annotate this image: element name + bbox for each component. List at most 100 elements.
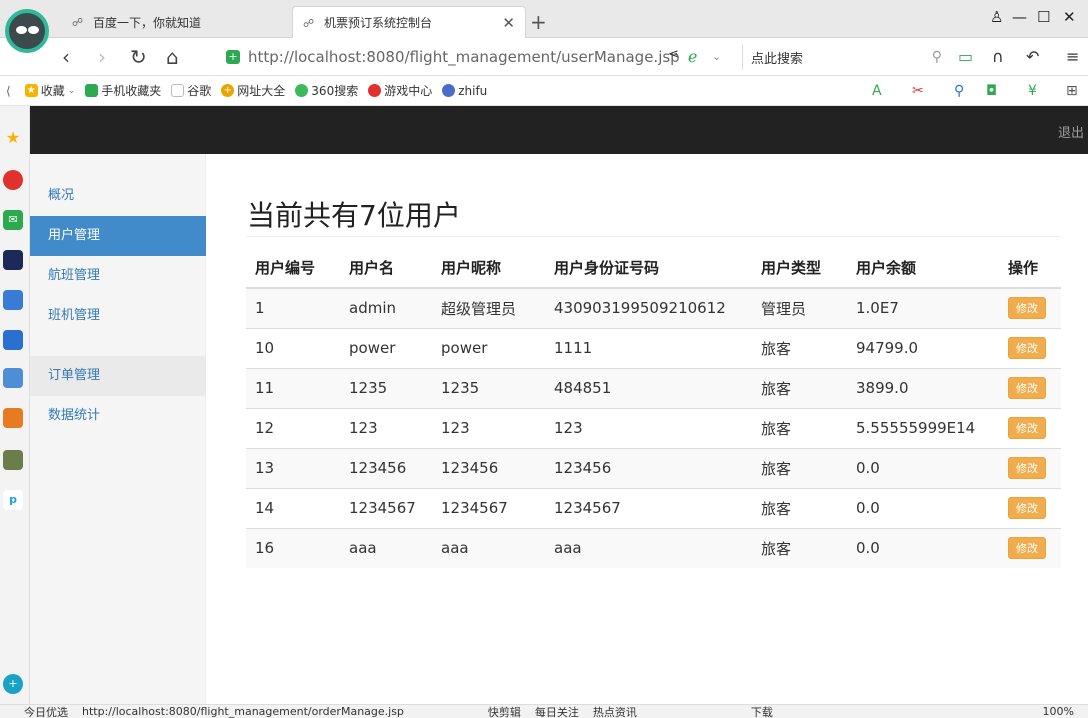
bookmark-game-center[interactable]: 游戏中心 bbox=[368, 82, 432, 99]
status-hover-url: http://localhost:8080/flight_management/… bbox=[82, 705, 404, 718]
browser-side-strip: ★ ✉ p + bbox=[0, 106, 30, 704]
bookmark-directory[interactable]: + 网址大全 bbox=[221, 82, 285, 99]
game-app-icon[interactable] bbox=[3, 368, 23, 388]
edit-user-button[interactable]: 修改 bbox=[1008, 377, 1046, 399]
maximize-icon[interactable]: ☐ bbox=[1037, 8, 1050, 26]
nickname-cell: 1235 bbox=[432, 367, 545, 408]
bookmark-label: 谷歌 bbox=[187, 84, 212, 98]
action-cell: 修改 bbox=[999, 367, 1061, 408]
tab-favicon-icon: ☍ bbox=[303, 16, 315, 30]
action-cell: 修改 bbox=[999, 527, 1061, 568]
close-tab-icon[interactable]: ✕ bbox=[502, 14, 515, 32]
status-item[interactable]: 快剪辑 bbox=[488, 705, 521, 718]
status-item[interactable]: 热点资讯 bbox=[593, 705, 637, 718]
browser-tab-flight-console[interactable]: ☍ 机票预订系统控制台 ✕ bbox=[292, 6, 526, 38]
star-icon: ★ bbox=[24, 84, 38, 97]
news-icon[interactable] bbox=[3, 250, 23, 270]
table-row: 1 admin 超级管理员 430903199509210612 管理员 1.0E7 修改 bbox=[246, 287, 1061, 328]
forward-icon[interactable]: › bbox=[98, 45, 106, 69]
action-cell: 修改 bbox=[999, 287, 1061, 328]
logout-link[interactable]: 退出 bbox=[1058, 122, 1084, 141]
user-id-cell: 11 bbox=[246, 367, 340, 408]
nickname-cell: aaa bbox=[432, 527, 545, 568]
currency-icon[interactable]: ¥ bbox=[1028, 83, 1037, 99]
new-tab-icon[interactable]: + bbox=[530, 10, 547, 34]
edit-user-button[interactable]: 修改 bbox=[1008, 497, 1046, 519]
sidebar-item-user-management[interactable]: 用户管理 bbox=[30, 216, 206, 256]
balance-cell: 3899.0 bbox=[847, 367, 999, 408]
document-icon[interactable] bbox=[3, 290, 23, 310]
user-id-cell: 14 bbox=[246, 487, 340, 528]
shirt-skin-icon[interactable]: ♙ bbox=[990, 8, 1003, 26]
zoom-level[interactable]: 100% bbox=[1043, 705, 1074, 718]
back-icon[interactable]: ‹ bbox=[62, 45, 70, 69]
url-field[interactable]: + http://localhost:8080/flight_managemen… bbox=[226, 44, 736, 70]
tab-title: 机票预订系统控制台 bbox=[324, 16, 433, 30]
reload-icon[interactable]: ↻ bbox=[130, 45, 147, 69]
sidebar-item-flight-management[interactable]: 航班管理 bbox=[30, 256, 206, 296]
p-app-icon[interactable]: p bbox=[3, 490, 23, 510]
status-item[interactable]: 每日关注 bbox=[535, 705, 579, 718]
translate-icon[interactable]: A bbox=[872, 83, 882, 99]
battery-icon[interactable]: ▭ bbox=[958, 47, 973, 66]
headphones-icon[interactable]: ∩ bbox=[992, 47, 1004, 66]
sidebar-item-overview[interactable]: 概况 bbox=[30, 176, 206, 216]
table-row: 16 aaa aaa aaa 旅客 0.0 修改 bbox=[246, 527, 1061, 568]
bookmark-label: 收藏 bbox=[40, 84, 65, 98]
status-left-label[interactable]: 今日优选 bbox=[24, 705, 68, 718]
apps-grid-icon[interactable]: ⊞ bbox=[1066, 83, 1078, 99]
edit-user-button[interactable]: 修改 bbox=[1008, 457, 1046, 479]
bookmark-favorites[interactable]: ★ 收藏 ⌄ bbox=[24, 82, 75, 99]
sidebar-item-aircraft-management[interactable]: 班机管理 bbox=[30, 296, 206, 336]
edit-user-button[interactable]: 修改 bbox=[1008, 297, 1046, 320]
game-app-icon[interactable] bbox=[3, 450, 23, 470]
minimize-icon[interactable]: — bbox=[1012, 8, 1027, 26]
sidebar-item-order-management[interactable]: 订单管理 bbox=[30, 356, 206, 396]
share-icon[interactable]: ⋖ bbox=[668, 47, 679, 62]
edit-user-button[interactable]: 修改 bbox=[1008, 537, 1046, 560]
status-item[interactable]: 下载 bbox=[751, 705, 773, 718]
gamepad-icon[interactable]: ◘ bbox=[986, 83, 997, 99]
mail-icon[interactable]: ✉ bbox=[3, 210, 23, 230]
user-type-cell: 旅客 bbox=[752, 367, 847, 408]
app-navbar: 退出 bbox=[30, 106, 1088, 154]
weibo-icon[interactable] bbox=[3, 170, 23, 190]
edit-user-button[interactable]: 修改 bbox=[1008, 337, 1046, 359]
user-type-cell: 旅客 bbox=[752, 407, 847, 448]
chevron-down-icon[interactable]: ⌄ bbox=[712, 50, 721, 63]
bookmarks-bar: ⟨ ★ 收藏 ⌄ 手机收藏夹 谷歌 + 网址大全 360搜索 游戏中心 zhifu A… bbox=[0, 76, 1088, 106]
chat-icon[interactable] bbox=[3, 330, 23, 350]
search-icon[interactable]: ⚲ bbox=[932, 49, 942, 65]
add-app-icon[interactable]: + bbox=[3, 674, 23, 694]
status-bar: 今日优选 http://localhost:8080/flight_manage… bbox=[0, 704, 1088, 718]
nickname-cell: 123 bbox=[432, 407, 545, 448]
bookmark-zhifu[interactable]: zhifu bbox=[442, 84, 487, 98]
menu-icon[interactable]: ≡ bbox=[1066, 47, 1079, 66]
sidebar-toggle-icon[interactable]: ⟨ bbox=[6, 84, 11, 98]
user-type-cell: 旅客 bbox=[752, 527, 847, 568]
table-row: 14 1234567 1234567 1234567 旅客 0.0 修改 bbox=[246, 487, 1061, 528]
bookmark-google[interactable]: 谷歌 bbox=[171, 82, 211, 99]
table-row: 11 1235 1235 484851 旅客 3899.0 修改 bbox=[246, 367, 1061, 408]
table-row: 10 power power 1111 旅客 94799.0 修改 bbox=[246, 327, 1061, 368]
bookmark-mobile[interactable]: 手机收藏夹 bbox=[85, 82, 161, 99]
username-cell: aaa bbox=[340, 527, 432, 568]
game-app-icon[interactable] bbox=[3, 408, 23, 428]
scissors-icon[interactable]: ✂ bbox=[912, 83, 924, 99]
close-window-icon[interactable]: ✕ bbox=[1063, 8, 1076, 26]
search-box[interactable]: 点此搜索 ⚲ bbox=[742, 44, 942, 70]
username-cell: 1234567 bbox=[340, 487, 432, 528]
home-icon[interactable]: ⌂ bbox=[166, 45, 179, 69]
favorites-star-icon[interactable]: ★ bbox=[3, 128, 23, 148]
edit-user-button[interactable]: 修改 bbox=[1008, 417, 1046, 439]
id-card-cell: aaa bbox=[545, 527, 752, 568]
browser-engine-icon[interactable]: ℯ bbox=[688, 47, 697, 66]
undo-icon[interactable]: ↶ bbox=[1026, 47, 1039, 66]
bookmark-360-search[interactable]: 360搜索 bbox=[295, 82, 358, 99]
browser-tab-baidu[interactable]: ☍ 百度一下，你就知道 bbox=[62, 6, 290, 38]
nickname-cell: 1234567 bbox=[432, 487, 545, 528]
nickname-cell: 超级管理员 bbox=[432, 287, 545, 328]
magnifier-icon[interactable]: ⚲ bbox=[954, 83, 964, 99]
sidebar-item-statistics[interactable]: 数据统计 bbox=[30, 396, 206, 436]
user-type-cell: 旅客 bbox=[752, 327, 847, 368]
